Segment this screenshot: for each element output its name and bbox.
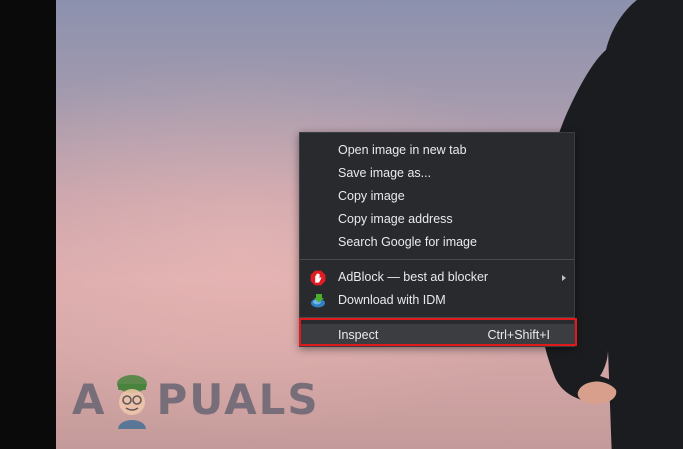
menu-item-copy-image[interactable]: Copy image xyxy=(300,185,574,208)
watermark-text-a: A xyxy=(72,375,107,424)
watermark-text-puals: PUALS xyxy=(156,375,320,424)
menu-separator xyxy=(300,317,574,318)
screen: A PUALS Open image in new tab Save image… xyxy=(0,0,683,449)
idm-icon xyxy=(311,294,325,308)
context-menu: Open image in new tab Save image as... C… xyxy=(299,132,575,347)
menu-item-label: Copy image address xyxy=(338,212,453,226)
menu-item-label: Save image as... xyxy=(338,166,432,180)
menu-item-search-google-for-image[interactable]: Search Google for image xyxy=(300,231,574,254)
menu-item-label: Inspect xyxy=(338,328,379,342)
left-black-bar xyxy=(0,0,56,449)
menu-separator xyxy=(300,259,574,260)
adblock-hand-icon xyxy=(310,270,326,286)
menu-item-inspect[interactable]: Inspect Ctrl+Shift+I xyxy=(300,324,574,347)
menu-item-open-image-new-tab[interactable]: Open image in new tab xyxy=(300,139,574,162)
appuals-watermark: A PUALS xyxy=(72,370,320,430)
inspect-shortcut: Ctrl+Shift+I xyxy=(487,328,550,342)
menu-item-label: AdBlock — best ad blocker xyxy=(338,270,489,284)
menu-item-copy-image-address[interactable]: Copy image address xyxy=(300,208,574,231)
submenu-arrow-icon xyxy=(562,275,566,281)
menu-item-label: Open image in new tab xyxy=(338,143,467,157)
menu-item-adblock[interactable]: AdBlock — best ad blocker xyxy=(300,266,574,289)
menu-item-label: Copy image xyxy=(338,189,405,203)
menu-item-download-with-idm[interactable]: Download with IDM xyxy=(300,289,574,312)
appuals-mascot-icon xyxy=(116,375,147,429)
menu-item-label: Search Google for image xyxy=(338,235,477,249)
menu-item-label: Download with IDM xyxy=(338,293,446,307)
menu-item-save-image-as[interactable]: Save image as... xyxy=(300,162,574,185)
